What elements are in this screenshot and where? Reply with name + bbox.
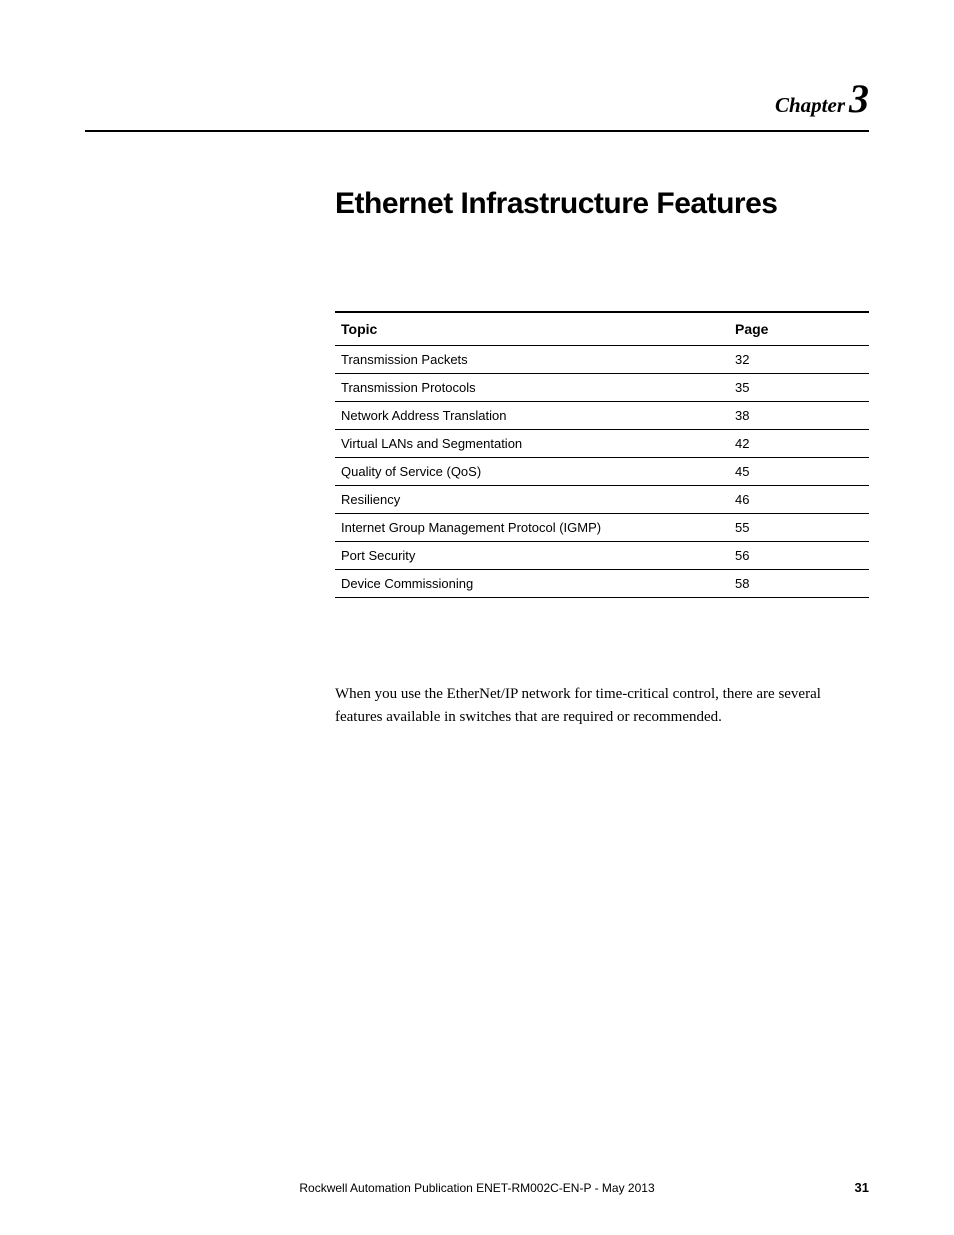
table-row: Quality of Service (QoS) 45 <box>335 458 869 486</box>
document-page: Chapter3 Ethernet Infrastructure Feature… <box>0 0 954 1235</box>
toc-topic: Resiliency <box>335 486 729 514</box>
toc-page: 35 <box>729 374 869 402</box>
table-row: Port Security 56 <box>335 542 869 570</box>
body-paragraph: When you use the EtherNet/IP network for… <box>335 683 869 728</box>
footer-publication: Rockwell Automation Publication ENET-RM0… <box>85 1181 869 1195</box>
toc-topic: Internet Group Management Protocol (IGMP… <box>335 514 729 542</box>
toc-header-topic: Topic <box>335 312 729 346</box>
chapter-number: 3 <box>849 76 869 121</box>
toc-topic: Virtual LANs and Segmentation <box>335 430 729 458</box>
header-divider <box>85 130 869 132</box>
toc-page: 32 <box>729 346 869 374</box>
toc-page: 56 <box>729 542 869 570</box>
toc-topic: Transmission Packets <box>335 346 729 374</box>
table-row: Transmission Protocols 35 <box>335 374 869 402</box>
toc-topic: Device Commissioning <box>335 570 729 598</box>
page-number: 31 <box>855 1180 869 1195</box>
toc-page: 46 <box>729 486 869 514</box>
table-row: Virtual LANs and Segmentation 42 <box>335 430 869 458</box>
toc-page: 55 <box>729 514 869 542</box>
table-row: Transmission Packets 32 <box>335 346 869 374</box>
toc-page: 58 <box>729 570 869 598</box>
toc-topic: Transmission Protocols <box>335 374 729 402</box>
page-title: Ethernet Infrastructure Features <box>335 187 869 221</box>
toc-page: 38 <box>729 402 869 430</box>
toc-header-row: Topic Page <box>335 312 869 346</box>
toc-topic: Port Security <box>335 542 729 570</box>
page-footer: Rockwell Automation Publication ENET-RM0… <box>0 1181 954 1195</box>
toc-topic: Network Address Translation <box>335 402 729 430</box>
content-area: Ethernet Infrastructure Features Topic P… <box>335 187 869 728</box>
table-row: Internet Group Management Protocol (IGMP… <box>335 514 869 542</box>
toc-page: 45 <box>729 458 869 486</box>
table-row: Network Address Translation 38 <box>335 402 869 430</box>
toc-topic: Quality of Service (QoS) <box>335 458 729 486</box>
toc-page: 42 <box>729 430 869 458</box>
table-row: Resiliency 46 <box>335 486 869 514</box>
chapter-header: Chapter3 <box>85 75 869 122</box>
toc-header-page: Page <box>729 312 869 346</box>
table-row: Device Commissioning 58 <box>335 570 869 598</box>
chapter-label: Chapter <box>775 93 845 117</box>
toc-table: Topic Page Transmission Packets 32 Trans… <box>335 311 869 598</box>
